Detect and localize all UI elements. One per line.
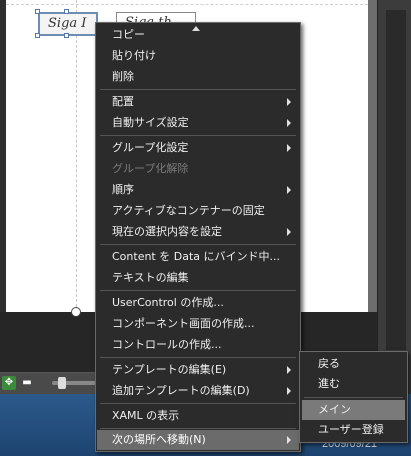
menu-item-label: UserControl の作成... — [112, 296, 224, 309]
menu-item-label: グループ化設定 — [112, 141, 189, 154]
pan-tool-icon[interactable]: ✥ — [2, 376, 16, 390]
menu-item-delete[interactable]: 削除 — [97, 67, 299, 87]
right-panel-inner — [386, 10, 406, 350]
menu-item-label: グループ化解除 — [112, 162, 189, 175]
menu-item-view-xaml[interactable]: XAML の表示 — [97, 406, 299, 426]
context-menu: コピー 貼り付け 削除 配置 自動サイズ設定 グループ化設定 グループ化解除 順… — [95, 22, 301, 452]
menu-item-label: コピー — [112, 28, 145, 41]
menu-item-label: 次の場所へ移動(N) — [112, 433, 206, 446]
selection-handle[interactable] — [64, 9, 69, 14]
menu-item-label: 現在の選択内容を設定 — [112, 225, 222, 238]
menu-item-create-usercontrol[interactable]: UserControl の作成... — [97, 293, 299, 313]
menu-separator — [100, 357, 296, 358]
selection-handle[interactable] — [64, 33, 69, 38]
selection-handle[interactable] — [35, 9, 40, 14]
menu-item-pin-active-container[interactable]: アクティブなコンテナーの固定 — [97, 201, 299, 221]
menu-item-label: コンポーネント画面の作成... — [112, 317, 255, 330]
submenu-arrow-icon — [287, 436, 291, 444]
menu-item-auto-size[interactable]: 自動サイズ設定 — [97, 113, 299, 133]
submenu-item-label: 戻る — [318, 357, 340, 370]
submenu-item-label: ユーザー登録 — [318, 423, 384, 436]
menu-item-set-current-selection[interactable]: 現在の選択内容を設定 — [97, 222, 299, 242]
menu-item-label: コントロールの作成... — [112, 338, 222, 351]
submenu-arrow-icon — [287, 366, 291, 374]
menu-item-bind-content[interactable]: Content を Data にバインド中... — [97, 247, 299, 267]
menu-item-label: Content を Data にバインド中... — [112, 250, 280, 263]
vertical-scrollbar[interactable] — [368, 0, 377, 318]
menu-item-label: アクティブなコンテナーの固定 — [112, 204, 265, 217]
menu-item-label: 削除 — [112, 70, 134, 83]
menu-item-align[interactable]: 配置 — [97, 92, 299, 112]
menu-item-label: テンプレートの編集(E) — [112, 363, 227, 376]
submenu-item-label: メイン — [318, 403, 351, 416]
layout-guide-horizontal — [6, 4, 368, 5]
submenu-arrow-icon — [287, 119, 291, 127]
menu-scroll-up-icon — [192, 26, 200, 31]
submenu-arrow-icon — [287, 387, 291, 395]
selection-handle[interactable] — [35, 33, 40, 38]
menu-item-group[interactable]: グループ化設定 — [97, 138, 299, 158]
menu-item-label: 配置 — [112, 95, 134, 108]
menu-separator — [100, 290, 296, 291]
menu-item-paste[interactable]: 貼り付け — [97, 46, 299, 66]
menu-item-order[interactable]: 順序 — [97, 180, 299, 200]
menu-item-label: 貼り付け — [112, 49, 156, 62]
menu-separator — [100, 428, 296, 429]
zoom-slider-thumb[interactable] — [58, 377, 66, 389]
menu-item-label: 自動サイズ設定 — [112, 116, 189, 129]
submenu-arrow-icon — [287, 98, 291, 106]
menu-item-label: 順序 — [112, 183, 134, 196]
navigate-submenu: 戻る 進む メイン ユーザー登録 — [299, 351, 408, 443]
menu-item-ungroup: グループ化解除 — [97, 159, 299, 179]
submenu-item-forward[interactable]: 進む — [302, 374, 405, 394]
anchor-handle-icon[interactable] — [71, 307, 81, 317]
submenu-arrow-icon — [287, 186, 291, 194]
submenu-item-main[interactable]: メイン — [302, 400, 405, 420]
menu-separator — [100, 403, 296, 404]
submenu-item-user-registration[interactable]: ユーザー登録 — [302, 420, 405, 440]
comment-icon[interactable]: ▬ — [20, 376, 34, 390]
menu-item-edit-text[interactable]: テキストの編集 — [97, 268, 299, 288]
submenu-item-label: 進む — [318, 377, 340, 390]
menu-item-label: 追加テンプレートの編集(D) — [112, 384, 250, 397]
menu-separator — [100, 135, 296, 136]
menu-separator — [100, 89, 296, 90]
submenu-arrow-icon — [287, 144, 291, 152]
menu-separator — [100, 244, 296, 245]
menu-item-navigate-to[interactable]: 次の場所へ移動(N) — [97, 430, 299, 450]
submenu-item-back[interactable]: 戻る — [302, 354, 405, 374]
menu-item-label: XAML の表示 — [112, 409, 180, 422]
layout-guide-vertical — [76, 0, 77, 312]
submenu-separator — [304, 397, 403, 398]
design-button-1-label: Siga I — [48, 16, 87, 31]
menu-item-edit-additional-templates[interactable]: 追加テンプレートの編集(D) — [97, 381, 299, 401]
menu-item-create-component-screen[interactable]: コンポーネント画面の作成... — [97, 314, 299, 334]
menu-item-edit-template[interactable]: テンプレートの編集(E) — [97, 360, 299, 380]
submenu-arrow-icon — [287, 228, 291, 236]
menu-item-label: テキストの編集 — [112, 271, 189, 284]
menu-item-create-control[interactable]: コントロールの作成... — [97, 335, 299, 355]
